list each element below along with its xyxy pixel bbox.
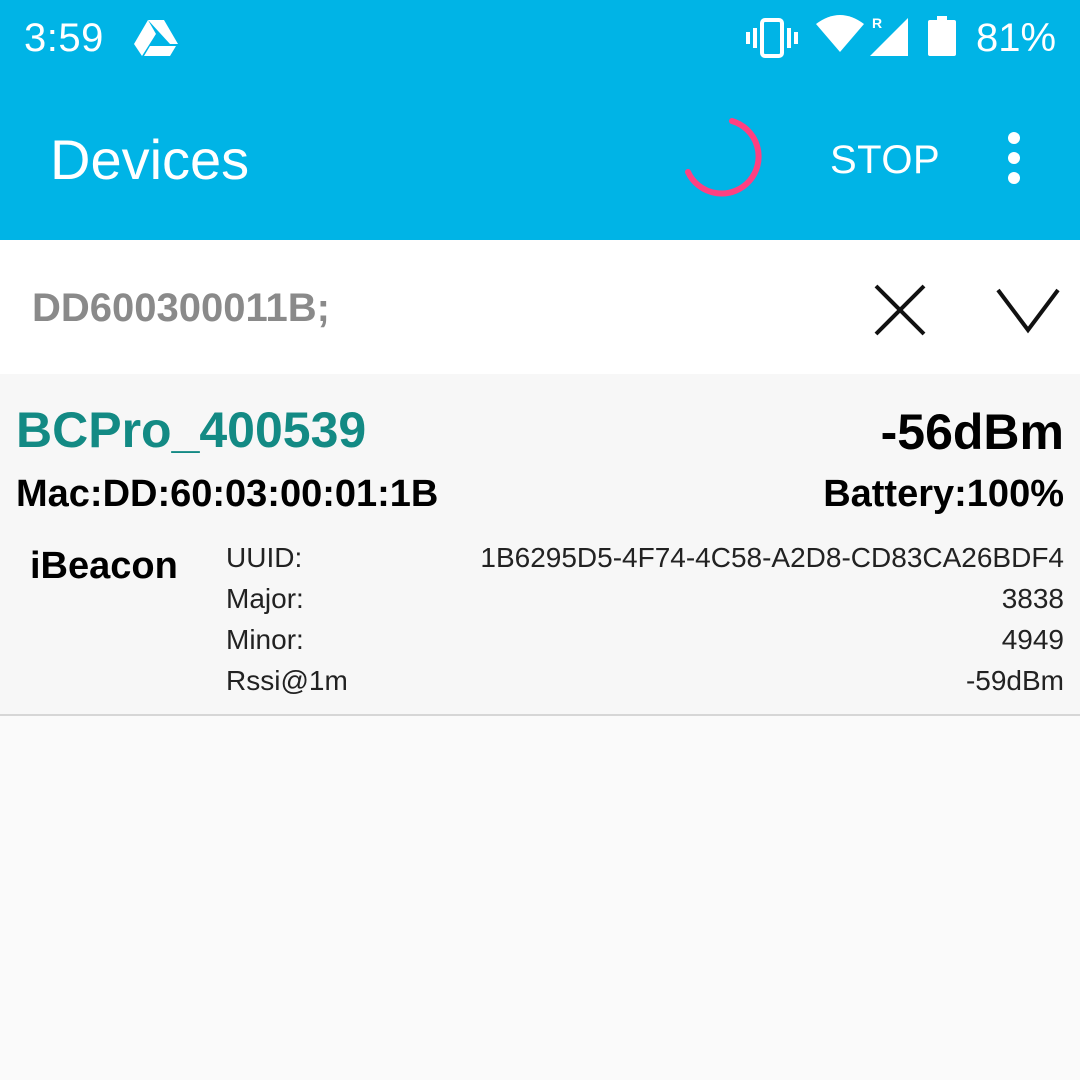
device-rssi: -56dBm [880, 404, 1064, 460]
field-key: Major: [226, 583, 304, 614]
device-name: BCPro_400539 [16, 402, 367, 458]
field-value: 4949 [1001, 624, 1064, 655]
filter-input[interactable]: DD600300011B; [32, 284, 330, 332]
field-value: -59dBm [965, 665, 1064, 696]
status-bar: 3:59 R 81% [0, 0, 1080, 78]
stop-button[interactable]: STOP [818, 132, 952, 188]
field-key: Rssi@1m [226, 665, 348, 696]
field-value: 3838 [1001, 583, 1064, 614]
field-row-uuid: UUID: 1B6295D5-4F74-4C58-A2D8-CD83CA26BD… [226, 538, 1064, 578]
device-card[interactable]: BCPro_400539 -56dBm Mac:DD:60:03:00:01:1… [0, 374, 1080, 716]
battery-icon [928, 16, 956, 56]
chevron-down-icon[interactable] [990, 276, 1066, 346]
progress-spinner-icon [685, 118, 762, 197]
device-battery: Battery:100% [823, 473, 1064, 515]
more-vert-icon[interactable] [996, 130, 1032, 190]
signal-roaming-badge: R [872, 15, 882, 31]
device-mac: Mac:DD:60:03:00:01:1B [16, 473, 439, 515]
field-key: UUID: [226, 542, 303, 573]
page-title: Devices [50, 128, 250, 191]
field-row-minor: Minor: 4949 [226, 620, 1064, 660]
field-row-rssi-1m: Rssi@1m -59dBm [226, 661, 1064, 701]
battery-percent: 81% [976, 16, 1057, 60]
field-key: Minor: [226, 624, 304, 655]
google-drive-icon [134, 20, 178, 56]
beacon-type: iBeacon [30, 545, 178, 587]
close-icon[interactable] [866, 276, 936, 346]
wifi-icon [816, 15, 864, 52]
field-value: 1B6295D5-4F74-4C58-A2D8-CD83CA26BDF4 [480, 542, 1064, 573]
status-time: 3:59 [24, 16, 104, 60]
vibrate-icon [746, 18, 798, 58]
app-bar: Devices STOP [0, 78, 1080, 240]
cell-signal-icon: R [870, 15, 908, 56]
field-row-major: Major: 3838 [226, 579, 1064, 619]
filter-bar: DD600300011B; [0, 240, 1080, 374]
